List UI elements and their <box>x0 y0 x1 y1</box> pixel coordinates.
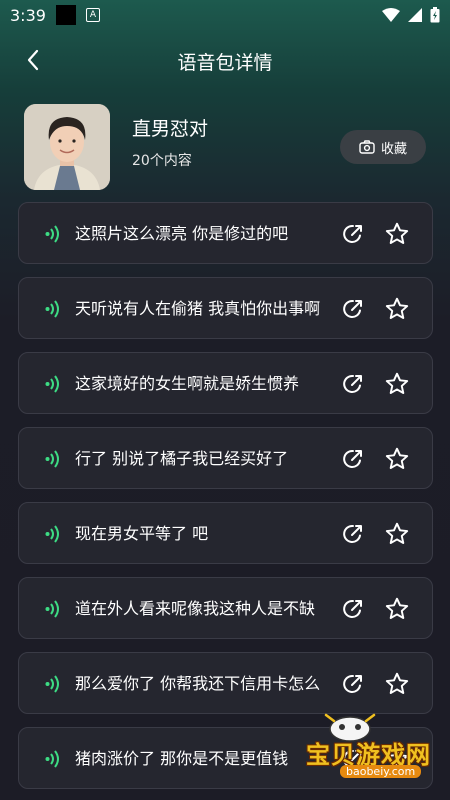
star-icon[interactable] <box>384 221 410 247</box>
sound-wave-icon <box>45 375 59 393</box>
status-bar: 3:39 A <box>0 0 450 30</box>
profile-header: 直男怼对 20个内容 收藏 <box>0 100 450 192</box>
voice-list: 这照片这么漂亮 你是修过的吧 天听说有人在偷猪 我真怕你出事啊 这家境好的女生啊… <box>18 202 433 800</box>
battery-icon <box>430 7 440 23</box>
star-icon[interactable] <box>384 596 410 622</box>
list-item[interactable]: 这照片这么漂亮 你是修过的吧 <box>18 202 433 264</box>
status-time: 3:39 <box>10 5 46 25</box>
voice-item-text: 天听说有人在偷猪 我真怕你出事啊 <box>75 299 321 318</box>
collect-button[interactable]: 收藏 <box>340 130 426 164</box>
sound-wave-icon <box>45 675 59 693</box>
star-icon[interactable] <box>384 521 410 547</box>
star-icon[interactable] <box>384 746 410 772</box>
star-icon[interactable] <box>384 446 410 472</box>
sound-wave-icon <box>45 300 59 318</box>
star-icon[interactable] <box>384 371 410 397</box>
star-icon[interactable] <box>384 296 410 322</box>
notification-icon <box>55 5 76 25</box>
voice-item-text: 现在男女平等了 吧 <box>75 524 209 543</box>
sound-wave-icon <box>45 750 59 768</box>
voice-item-text: 行了 别说了橘子我已经买好了 <box>75 449 289 468</box>
collect-label: 收藏 <box>380 141 407 157</box>
page-title: 语音包详情 <box>177 52 273 74</box>
list-item[interactable]: 行了 别说了橘子我已经买好了 <box>18 427 433 489</box>
sound-wave-icon <box>45 450 59 468</box>
share-icon[interactable] <box>341 672 365 696</box>
voice-item-text: 这照片这么漂亮 你是修过的吧 <box>75 224 289 243</box>
share-icon[interactable] <box>341 297 365 321</box>
list-item[interactable]: 天听说有人在偷猪 我真怕你出事啊 <box>18 277 433 339</box>
list-item[interactable]: 猪肉涨价了 那你是不是更值钱 <box>18 727 433 789</box>
list-item[interactable]: 这家境好的女生啊就是娇生惯养 <box>18 352 433 414</box>
list-item[interactable]: 那么爱你了 你帮我还下信用卡怎么 <box>18 652 433 714</box>
share-icon[interactable] <box>341 597 365 621</box>
share-icon[interactable] <box>341 447 365 471</box>
voice-pack-name: 直男怼对 <box>132 118 209 140</box>
sound-wave-icon <box>45 225 59 243</box>
list-item[interactable]: 现在男女平等了 吧 <box>18 502 433 564</box>
share-icon[interactable] <box>341 747 365 771</box>
sound-wave-icon <box>45 525 59 543</box>
notification-a-icon: A <box>85 8 100 22</box>
status-icons <box>382 7 440 23</box>
share-icon[interactable] <box>341 222 365 246</box>
camera-icon <box>359 140 375 154</box>
star-icon[interactable] <box>384 671 410 697</box>
voice-item-text: 这家境好的女生啊就是娇生惯养 <box>75 374 300 393</box>
sound-wave-icon <box>45 600 59 618</box>
voice-item-text: 道在外人看来呢像我这种人是不缺 <box>75 599 316 618</box>
wifi-icon <box>382 8 400 22</box>
share-icon[interactable] <box>341 522 365 546</box>
voice-item-text: 猪肉涨价了 那你是不是更值钱 <box>75 749 289 768</box>
share-icon[interactable] <box>341 372 365 396</box>
voice-item-text: 那么爱你了 你帮我还下信用卡怎么 <box>75 674 321 693</box>
top-nav: 语音包详情 <box>0 40 450 80</box>
avatar <box>24 104 110 190</box>
list-item[interactable]: 道在外人看来呢像我这种人是不缺 <box>18 577 433 639</box>
signal-icon <box>408 8 422 22</box>
content-count: 20个内容 <box>132 153 192 169</box>
